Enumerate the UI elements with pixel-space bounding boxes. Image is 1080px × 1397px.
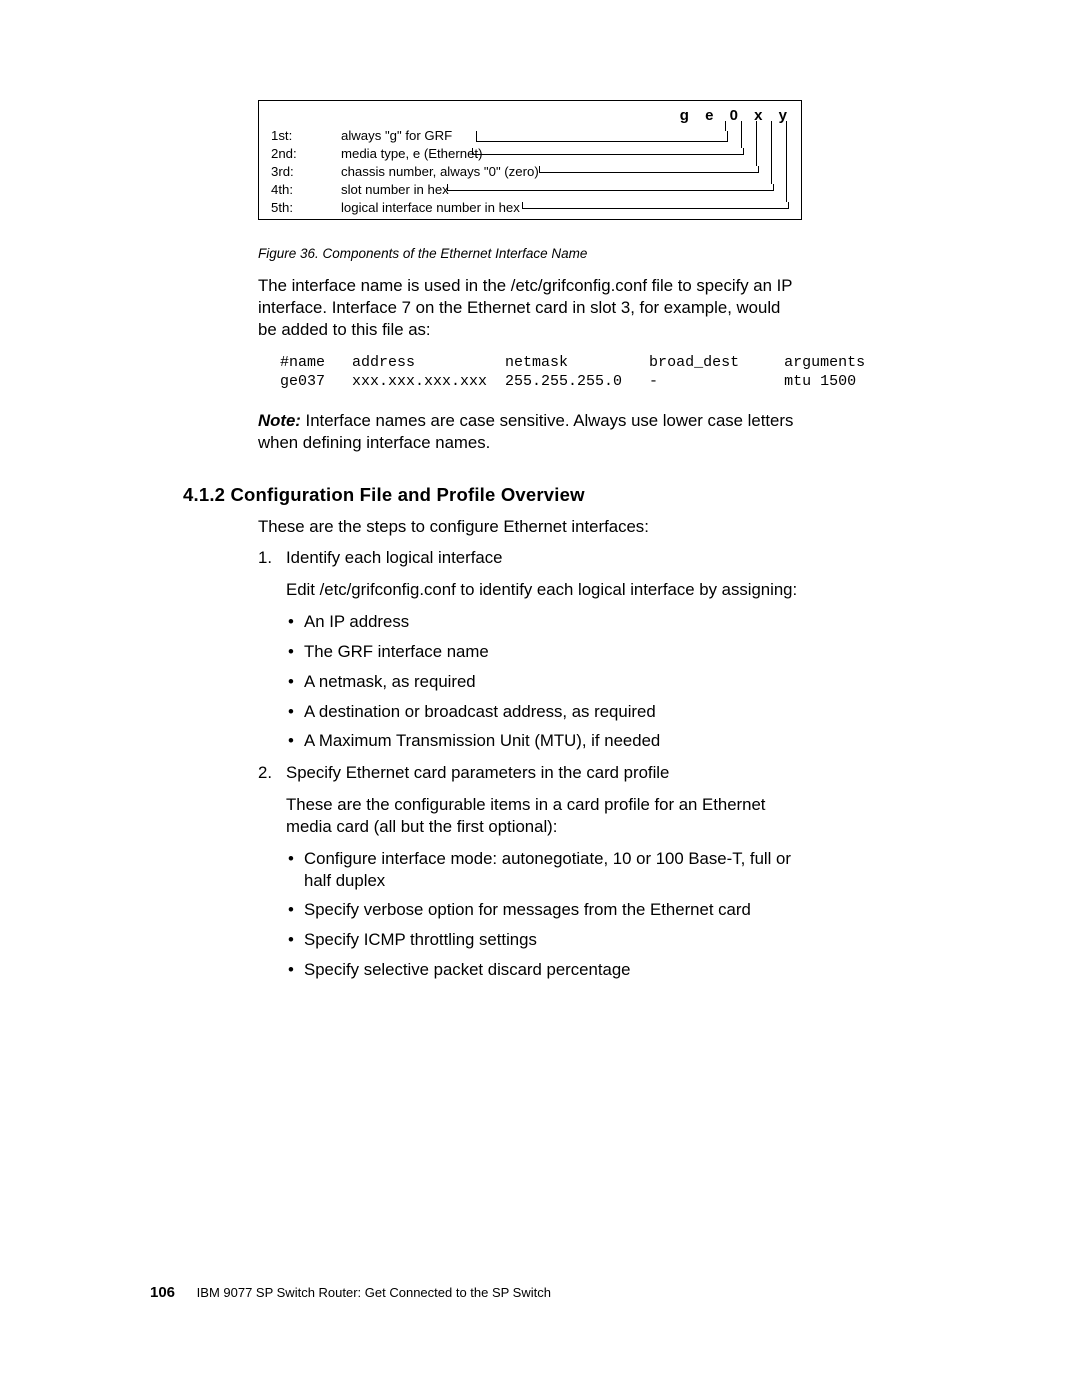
note-body: Interface names are case sensitive. Alwa…: [258, 411, 793, 452]
list-item: A destination or broadcast address, as r…: [286, 701, 803, 723]
list-item: Specify verbose option for messages from…: [286, 899, 803, 921]
fig-row-4-ord: 4th:: [271, 183, 331, 196]
step-1-bullets: An IP address The GRF interface name A n…: [286, 611, 803, 752]
fig-row-5-desc: logical interface number in hex: [341, 201, 520, 214]
fig-row-1-ord: 1st:: [271, 129, 331, 142]
fig-row-3-desc: chassis number, always "0" (zero): [341, 165, 539, 178]
riser-x: [771, 121, 772, 184]
riser-g: [725, 121, 726, 131]
fig-row-3-ord: 3rd:: [271, 165, 331, 178]
riser-e: [741, 121, 742, 148]
list-item: Configure interface mode: autonegotiate,…: [286, 848, 803, 892]
list-item: A Maximum Transmission Unit (MTU), if ne…: [286, 730, 803, 752]
fig-row-2-ord: 2nd:: [271, 147, 331, 160]
connector-g: [476, 131, 728, 142]
step-2-sub: These are the configurable items in a ca…: [286, 794, 803, 838]
paragraph-intro: The interface name is used in the /etc/g…: [258, 275, 803, 340]
code-block: #name address netmask broad_dest argumen…: [280, 354, 803, 392]
step-1-sub: Edit /etc/grifconfig.conf to identify ea…: [286, 579, 803, 601]
figure-box: g e 0 x y 1st: always "g" for GRF 2nd: m…: [258, 100, 802, 220]
connector-e: [472, 148, 744, 155]
list-item: Specify selective packet discard percent…: [286, 959, 803, 981]
riser-0: [756, 121, 757, 166]
step-2-bullets: Configure interface mode: autonegotiate,…: [286, 848, 803, 981]
fig-row-2-desc: media type, e (Ethernet): [341, 147, 482, 160]
step-2: Specify Ethernet card parameters in the …: [258, 762, 803, 981]
step-1: Identify each logical interface Edit /et…: [258, 547, 803, 752]
page-number: 106: [150, 1284, 175, 1301]
fig-row-1-desc: always "g" for GRF: [341, 129, 452, 142]
figure-header-chars: g e 0 x y: [680, 107, 793, 124]
step-2-title: Specify Ethernet card parameters in the …: [286, 762, 803, 784]
list-item: Specify ICMP throttling settings: [286, 929, 803, 951]
connector-x: [447, 184, 774, 191]
footer-title: IBM 9077 SP Switch Router: Get Connected…: [197, 1285, 551, 1300]
step-1-title: Identify each logical interface: [286, 547, 803, 569]
steps-intro: These are the steps to configure Etherne…: [258, 516, 803, 538]
fig-row-5-ord: 5th:: [271, 201, 331, 214]
steps-list: Identify each logical interface Edit /et…: [258, 547, 803, 980]
content-column: g e 0 x y 1st: always "g" for GRF 2nd: m…: [258, 100, 803, 981]
list-item: An IP address: [286, 611, 803, 633]
list-item: A netmask, as required: [286, 671, 803, 693]
note-paragraph: Note: Interface names are case sensitive…: [258, 410, 803, 454]
list-item: The GRF interface name: [286, 641, 803, 663]
connector-0: [539, 166, 759, 173]
note-label: Note:: [258, 411, 301, 430]
section-heading: 4.1.2 Configuration File and Profile Ove…: [183, 484, 803, 506]
page: g e 0 x y 1st: always "g" for GRF 2nd: m…: [0, 0, 1080, 1397]
connector-y: [522, 202, 789, 209]
figure-caption: Figure 36. Components of the Ethernet In…: [258, 246, 803, 261]
page-footer: 106 IBM 9077 SP Switch Router: Get Conne…: [150, 1284, 551, 1301]
fig-row-4-desc: slot number in hex: [341, 183, 449, 196]
riser-y: [786, 121, 787, 202]
